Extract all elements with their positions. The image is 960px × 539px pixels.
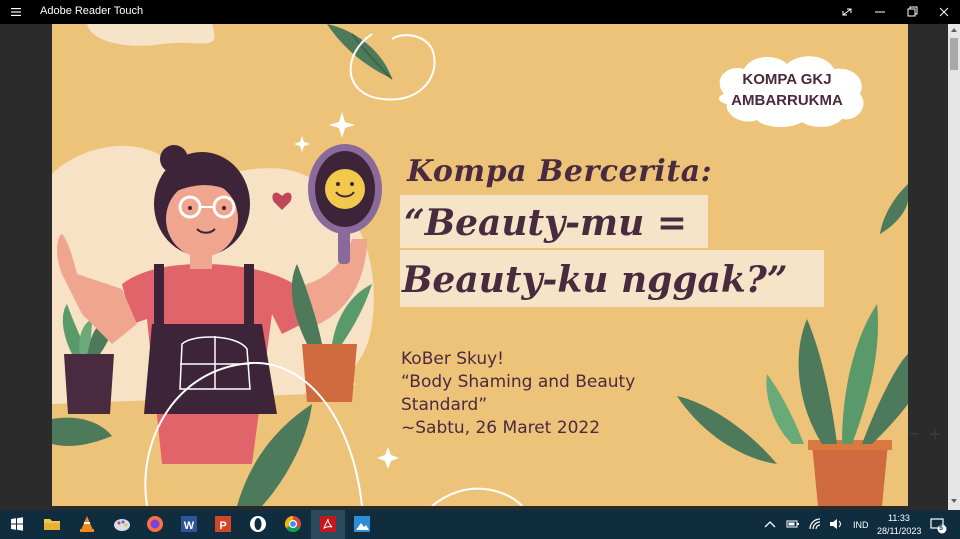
fullscreen-icon[interactable] [831,0,863,24]
body-line1: KoBer Skuy! [401,349,504,369]
vlc-icon[interactable] [76,513,98,535]
vertical-scrollbar[interactable] [948,24,960,510]
start-icon[interactable] [6,513,28,535]
word-icon[interactable]: W [178,513,200,535]
close-icon[interactable] [928,0,960,24]
language-indicator[interactable]: IND [853,520,869,530]
taskbar: W P IND 11:33 28/11/2023 5 [0,510,960,539]
left-gutter [0,24,52,510]
window-title: Adobe Reader Touch [40,5,144,17]
hamburger-menu-icon[interactable] [8,4,24,20]
right-gutter [908,24,948,510]
battery-icon[interactable] [786,519,800,529]
body-line3: Standard” [401,395,488,415]
chevron-up-icon[interactable] [764,519,776,529]
svg-text:W: W [184,520,195,532]
scroll-up-icon[interactable] [950,27,958,33]
adobe-reader-icon[interactable] [317,513,339,535]
document-viewer[interactable]: KOMPA GKJ AMBARRUKMA Kompa Bercerita: “B… [0,24,960,510]
title-bar: Adobe Reader Touch [0,0,960,24]
opera-icon[interactable] [247,513,269,535]
notification-center-icon[interactable] [929,516,947,534]
minimize-icon[interactable] [864,0,896,24]
paint-icon[interactable] [111,513,133,535]
notification-count-badge: 5 [939,525,943,532]
clock-date[interactable]: 28/11/2023 [877,526,921,536]
organization-badge-line1: KOMPA GKJ [742,71,832,88]
svg-text:P: P [219,520,226,532]
wifi-icon[interactable] [808,517,822,531]
clock-time[interactable]: 11:33 [888,513,910,523]
zoom-controls[interactable] [908,424,948,444]
scroll-down-icon[interactable] [950,498,958,504]
highlight-line2: Beauty-ku nggak?” [402,259,788,301]
volume-icon[interactable] [829,518,843,530]
highlight-line1: “Beauty-mu = [404,202,687,244]
file-explorer-icon[interactable] [41,513,63,535]
body-line2: “Body Shaming and Beauty [401,372,636,392]
firefox-icon[interactable] [144,513,166,535]
body-line4: ~Sabtu, 26 Maret 2022 [401,418,601,438]
chrome-icon[interactable] [282,513,304,535]
slide-page: KOMPA GKJ AMBARRUKMA Kompa Bercerita: “B… [52,24,908,506]
photos-icon[interactable] [351,513,373,535]
scroll-thumb[interactable] [950,38,958,70]
powerpoint-icon[interactable]: P [212,513,234,535]
restore-icon[interactable] [896,0,928,24]
slide-heading: Kompa Bercerita: [407,154,713,189]
organization-badge-line2: AMBARRUKMA [731,92,843,109]
